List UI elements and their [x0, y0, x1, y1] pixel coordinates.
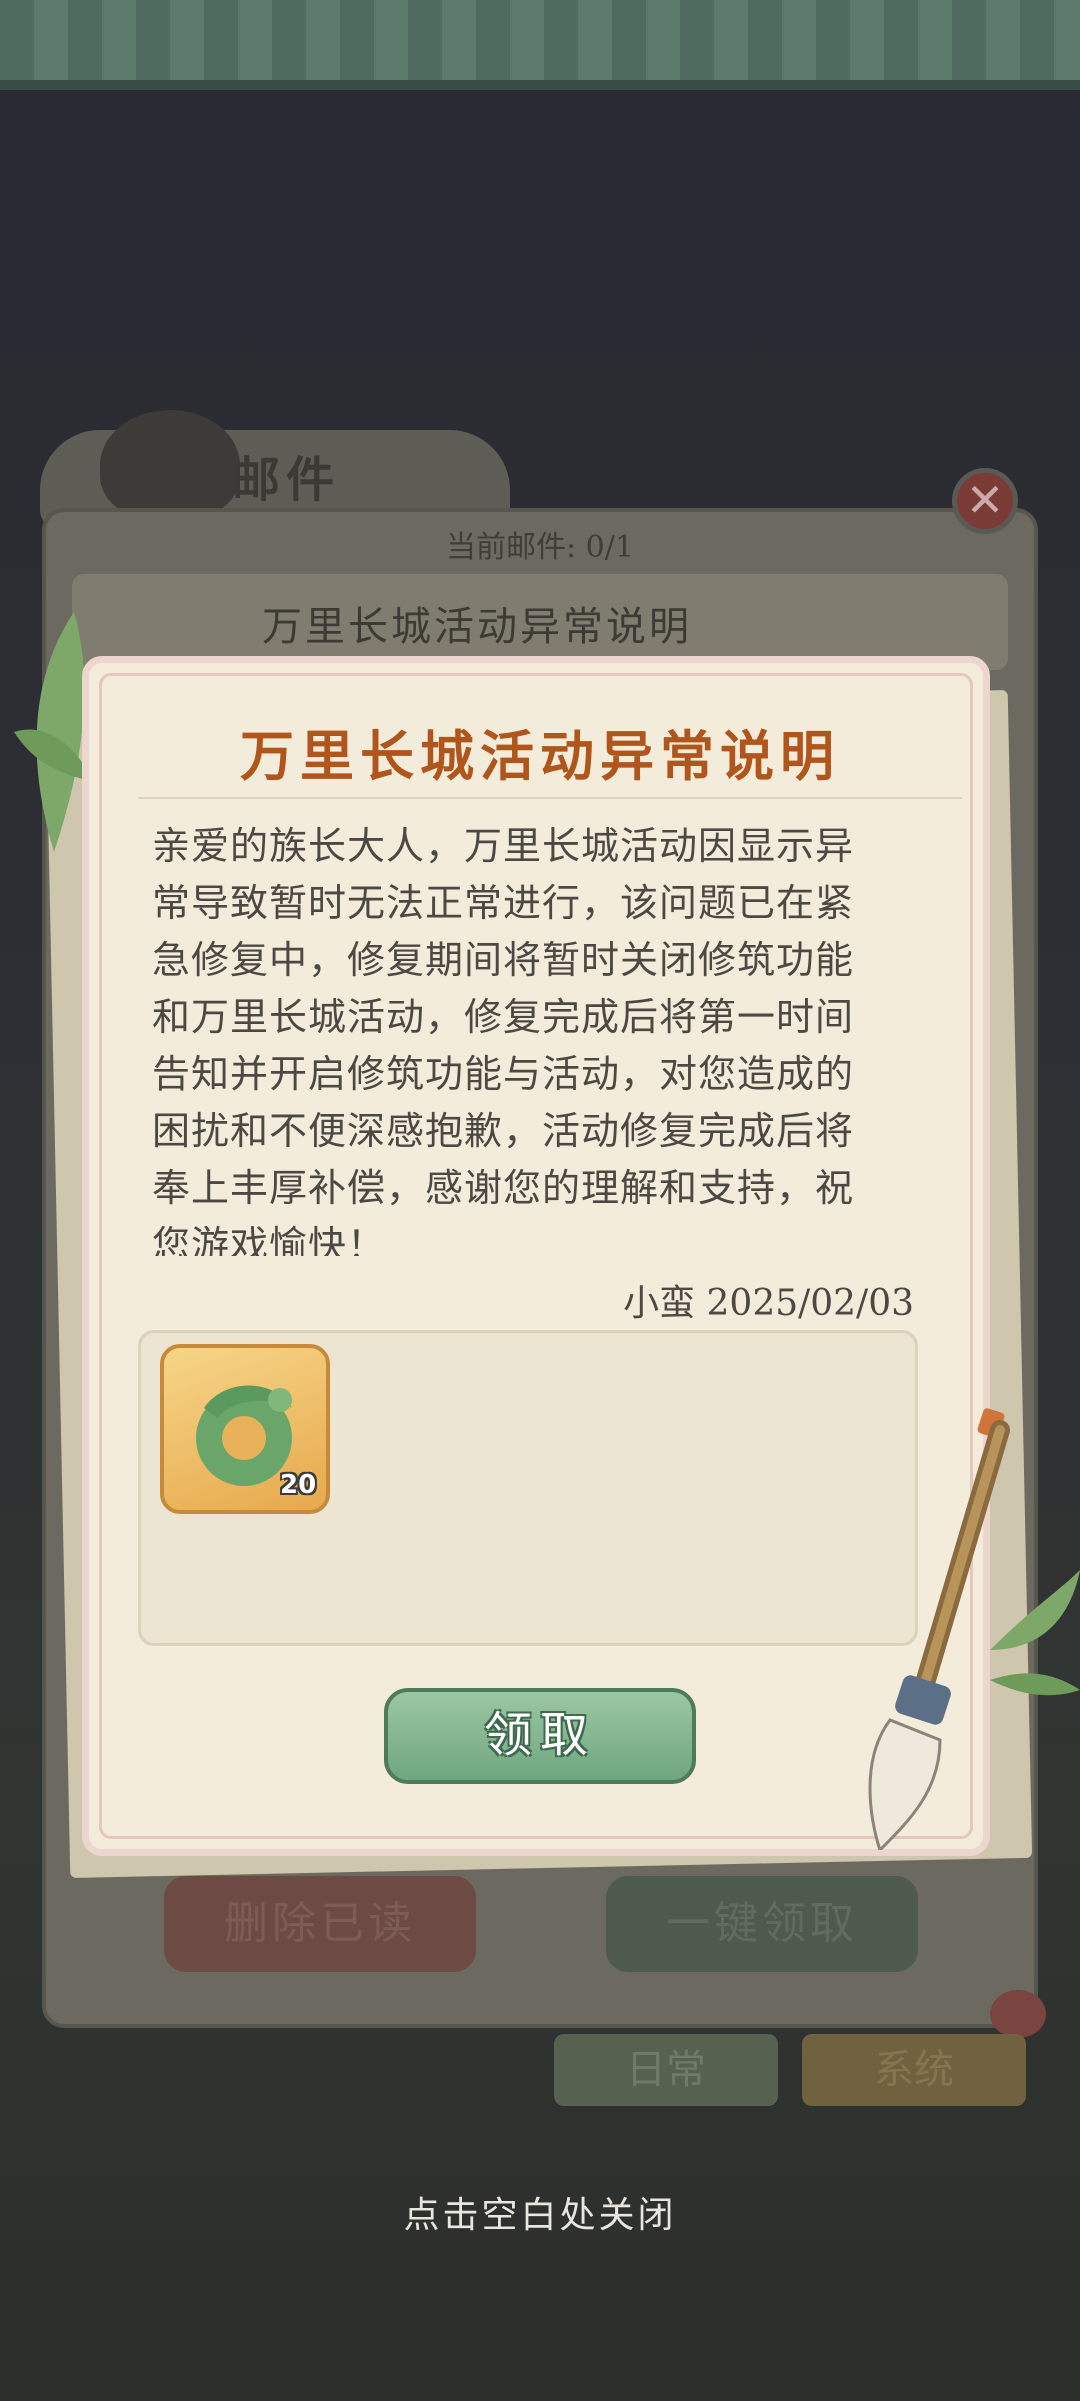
- writing-brush-icon: [868, 1408, 1010, 1850]
- top-decorative-band: [0, 0, 1080, 90]
- notification-bubble-icon: [990, 1990, 1046, 2038]
- tab-daily[interactable]: 日常: [554, 2034, 778, 2106]
- claim-all-button[interactable]: 一键领取: [606, 1876, 918, 1972]
- title-divider: [138, 797, 962, 799]
- tab-system[interactable]: 系统: [802, 2034, 1026, 2106]
- claim-button[interactable]: 领取: [384, 1688, 696, 1784]
- letter-title: 万里长城活动异常说明: [240, 724, 840, 788]
- dragon-ornament-icon: [100, 410, 240, 520]
- mail-window-title: 邮件: [232, 452, 341, 508]
- reward-count: 20: [280, 1470, 317, 1500]
- letter-signature: 小蛮 2025/02/03: [623, 1283, 914, 1324]
- mail-list-item-title: 万里长城活动异常说明: [262, 604, 692, 650]
- letter-body[interactable]: 亲爱的族长大人，万里长城活动因显示异常导致暂时无法正常进行，该问题已在紧急修复中…: [152, 818, 892, 1256]
- close-hint: 点击空白处关闭: [403, 2195, 677, 2236]
- delete-read-button[interactable]: 删除已读: [164, 1876, 476, 1972]
- mail-count: 当前邮件: 0/1: [446, 530, 634, 565]
